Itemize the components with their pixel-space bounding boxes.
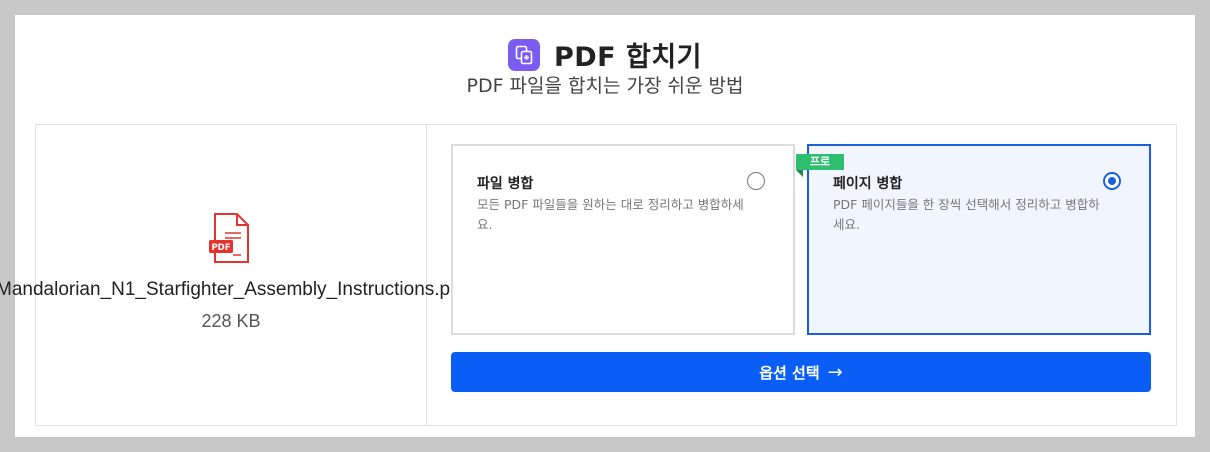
merge-workspace: PDF Mandalorian_N1_Starfighter_Assembly_… [0,124,1177,426]
page-merge-description: PDF 페이지들을 한 장씩 선택해서 정리하고 병합하세요. [833,197,1100,232]
file-name: Mandalorian_N1_Starfighter_Assembly_Inst… [0,279,466,300]
file-merge-radio[interactable] [747,172,765,190]
arrow-right-icon: → [827,361,843,383]
header: PDF 합치기 [15,35,1195,74]
merge-pdf-icon [507,38,540,71]
file-merge-option[interactable]: 파일 병합 모든 PDF 파일들을 원하는 대로 정리하고 병합하세요. [451,144,795,335]
select-option-button[interactable]: 옵션 선택 → [451,352,1151,392]
pdf-badge-label: PDF [211,243,230,253]
file-merge-description: 모든 PDF 파일들을 원하는 대로 정리하고 병합하세요. [477,197,744,232]
page-subtitle: PDF 파일을 합치는 가장 쉬운 방법 [466,75,744,97]
page-merge-radio[interactable] [1103,172,1121,190]
file-preview: PDF Mandalorian_N1_Starfighter_Assembly_… [0,125,466,425]
page-merge-option[interactable]: 페이지 병합 PDF 페이지들을 한 장씩 선택해서 정리하고 병합하세요. [807,144,1151,335]
pro-badge-ribbon-tail [796,170,803,177]
merge-panel: PDF 합치기 PDF 파일을 합치는 가장 쉬운 방법 PDF Mandalo… [0,15,1195,437]
file-size: 228 KB [201,311,261,331]
page-merge-title: 페이지 병합 [833,176,903,192]
pdf-file-icon: PDF [209,213,253,269]
file-merge-title: 파일 병합 [477,176,534,192]
pro-badge: 프로 [796,154,844,170]
select-option-label: 옵션 선택 [759,363,820,382]
page-title: PDF 합치기 [553,42,703,73]
